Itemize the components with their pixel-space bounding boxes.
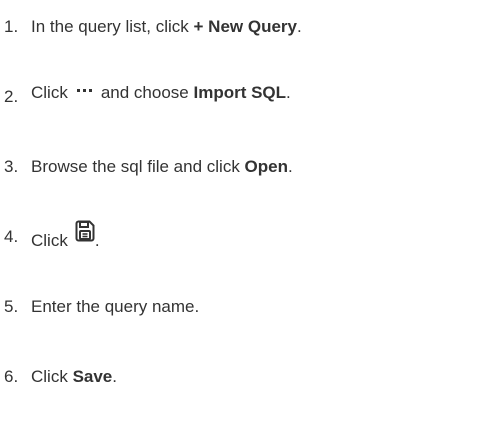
step-4: 4. Click . (0, 220, 100, 252)
open-label: Open (244, 157, 288, 176)
step-number: 3. (4, 157, 19, 176)
step-2: 2. Click and choose Import SQL. (0, 82, 291, 112)
step-number: 6. (4, 367, 19, 386)
step-number: 4. (4, 227, 19, 246)
step-number: 2. (4, 87, 19, 106)
step-text-plain: Click (31, 230, 68, 250)
instruction-steps: 1. In the query list, click + New Query.… (0, 0, 481, 437)
step-text: In the query list, click + New Query. (31, 17, 302, 37)
more-dots-icon (76, 89, 92, 105)
save-icon (75, 220, 95, 241)
step-text-plain: In the query list, click (31, 17, 194, 36)
step-number: 1. (4, 17, 19, 36)
step-1: 1. In the query list, click + New Query. (0, 12, 302, 42)
step-text-period: . (288, 157, 293, 176)
step-text-plain: and choose (100, 83, 194, 102)
step-3: 3. Browse the sql file and click Open. (0, 152, 293, 182)
step-text-plain: Click (31, 83, 68, 102)
import-sql-label: Import SQL (193, 83, 287, 102)
save-label: Save (72, 367, 113, 386)
step-text-period: . (286, 83, 291, 102)
step-text-plain: Click (31, 367, 73, 386)
step-text: Click . (31, 220, 100, 251)
step-text-period: . (94, 230, 100, 250)
new-query-label: + New Query (193, 17, 297, 36)
step-text-plain: Browse the sql file and click (31, 157, 245, 176)
step-6: 6. Click Save. (0, 362, 117, 392)
step-number: 5. (4, 297, 19, 316)
step-text: Click Save. (31, 367, 117, 387)
step-text: Enter the query name. (31, 297, 200, 316)
step-text-period: . (296, 17, 302, 36)
step-text: Browse the sql file and click Open. (31, 157, 293, 177)
step-text: Click and choose Import SQL. (31, 83, 291, 111)
step-5: 5. Enter the query name. (0, 292, 199, 322)
step-text-period: . (112, 367, 117, 386)
